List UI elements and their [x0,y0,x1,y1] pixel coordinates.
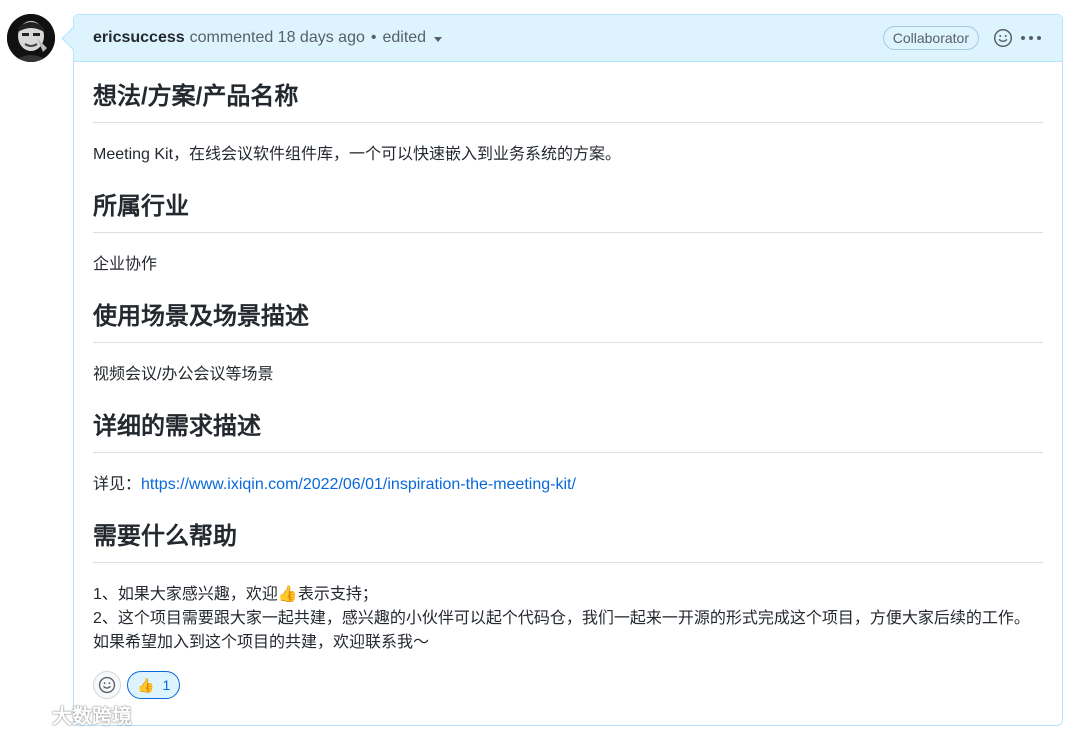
add-reaction-button[interactable] [93,671,121,699]
comment-header: ericsuccess commented 18 days ago • edit… [74,15,1062,62]
kebab-horizontal-icon[interactable] [1019,26,1043,50]
heading-idea: 想法/方案/产品名称 [93,80,1043,123]
help-line1-b: 表示支持； [297,586,378,603]
watermark-logo-icon [10,705,48,721]
paragraph-industry: 企业协作 [93,256,158,273]
separator-dot: • [370,29,377,46]
smiley-icon [98,676,116,694]
avatar[interactable] [7,14,55,62]
thumbs-up-reaction[interactable]: 👍 1 [127,671,181,699]
details-prefix: 详见： [93,476,142,493]
reactions-bar: 👍 1 [74,671,1062,699]
paragraph-idea: Meeting Kit，在线会议软件组件库，一个可以快速嵌入到业务系统的方案。 [93,146,622,163]
comment-body: 想法/方案/产品名称 Meeting Kit，在线会议软件组件库，一个可以快速嵌… [74,62,1062,655]
heading-details: 详细的需求描述 [93,410,1043,453]
thumbs-up-emoji: 👍 [277,586,298,603]
collaborator-badge: Collaborator [882,26,979,50]
edited-dropdown[interactable]: edited [382,29,426,47]
help-line2: 2、这个项目需要跟大家一起共建，感兴趣的小伙伴可以起个代码仓，我们一起来一开源的… [93,610,1030,651]
help-line1-a: 1、如果大家感兴趣，欢迎 [93,586,278,603]
smiley-icon[interactable] [991,26,1015,50]
watermark-text: 大数跨境 [52,706,132,728]
paragraph-scenario: 视频会议/办公会议等场景 [93,366,274,383]
paragraph-details: 详见：https://www.ixiqin.com/2022/06/01/ins… [93,473,1043,497]
watermark: 大数跨境 [8,700,132,729]
heading-help: 需要什么帮助 [93,520,1043,563]
comment-timestamp[interactable]: commented 18 days ago [190,29,365,47]
thumbs-up-icon: 👍 [137,676,155,693]
heading-industry: 所属行业 [93,190,1043,233]
timeline-comment: ericsuccess commented 18 days ago • edit… [73,14,1063,726]
heading-scenario: 使用场景及场景描述 [93,300,1043,343]
details-link[interactable]: https://www.ixiqin.com/2022/06/01/inspir… [141,476,576,493]
header-actions: Collaborator [882,26,1043,50]
paragraph-help: 1、如果大家感兴趣，欢迎👍表示支持； 2、这个项目需要跟大家一起共建，感兴趣的小伙… [93,583,1043,655]
reaction-count: 1 [162,677,171,693]
chevron-down-icon[interactable] [434,37,443,42]
author-link[interactable]: ericsuccess [93,29,185,47]
